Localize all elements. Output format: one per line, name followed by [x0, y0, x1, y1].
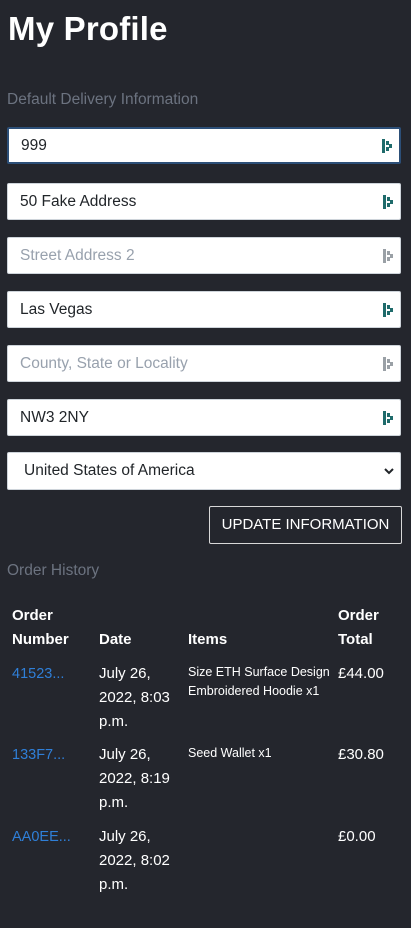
city-field[interactable]	[7, 291, 401, 328]
header-order-number-line2: Number	[12, 631, 69, 648]
street-address-2-field[interactable]	[7, 237, 401, 274]
order-number-link[interactable]: 41523...	[12, 662, 64, 686]
header-order-total-line2: Total	[338, 631, 373, 648]
password-manager-key-icon[interactable]	[382, 302, 394, 318]
postcode-field[interactable]	[7, 399, 401, 436]
order-date-line2: 2022, 8:02	[99, 852, 170, 869]
order-total: £0.00	[338, 828, 376, 845]
postcode-input[interactable]	[20, 400, 370, 435]
header-order-number: Order Number	[12, 604, 69, 652]
header-items: Items	[188, 631, 228, 648]
password-manager-key-icon[interactable]	[382, 410, 394, 426]
password-manager-key-icon[interactable]	[381, 138, 393, 154]
page-title: My Profile	[8, 10, 168, 47]
order-total: £30.80	[338, 746, 384, 763]
header-order-number-line1: Order	[12, 607, 53, 624]
country-select[interactable]: United States of America	[7, 452, 401, 490]
password-manager-key-icon[interactable]	[382, 248, 394, 264]
password-manager-key-icon[interactable]	[382, 194, 394, 210]
header-order-total-line1: Order	[338, 607, 379, 624]
order-items: Seed Wallet x1	[188, 746, 272, 760]
street-address-2-input[interactable]	[20, 238, 370, 273]
order-total: £44.00	[338, 665, 384, 682]
order-date: July 26, 2022, 8:03 p.m.	[99, 662, 179, 734]
street-address-1-input[interactable]	[20, 184, 370, 219]
city-input[interactable]	[20, 292, 370, 327]
header-date: Date	[99, 631, 132, 648]
order-date-line3: p.m.	[99, 794, 129, 811]
county-field[interactable]	[7, 345, 401, 382]
house-number-field[interactable]	[7, 127, 401, 164]
order-date-line3: p.m.	[99, 876, 129, 893]
order-number-link[interactable]: AA0EE...	[12, 825, 71, 849]
order-date: July 26, 2022, 8:02 p.m.	[99, 825, 179, 897]
street-address-1-field[interactable]	[7, 183, 401, 220]
order-date-line2: 2022, 8:03	[99, 689, 170, 706]
chevron-down-icon	[384, 468, 394, 475]
order-date-line1: July 26,	[99, 828, 151, 845]
order-date-line1: July 26,	[99, 665, 151, 682]
header-order-total: Order Total	[338, 604, 379, 652]
password-manager-key-icon[interactable]	[382, 356, 394, 372]
house-number-input[interactable]	[21, 129, 371, 162]
order-date-line3: p.m.	[99, 713, 129, 730]
order-number-link[interactable]: 133F7...	[12, 743, 65, 767]
county-input[interactable]	[20, 346, 370, 381]
country-select-value: United States of America	[24, 462, 195, 479]
order-history-label: Order History	[7, 562, 100, 579]
order-date-line2: 2022, 8:19	[99, 770, 170, 787]
order-date-line1: July 26,	[99, 746, 151, 763]
order-date: July 26, 2022, 8:19 p.m.	[99, 743, 179, 815]
update-information-button[interactable]: UPDATE INFORMATION	[209, 506, 402, 544]
order-items: Size ETH Surface Design Embroidered Hood…	[188, 665, 330, 698]
delivery-section-label: Default Delivery Information	[7, 91, 199, 108]
